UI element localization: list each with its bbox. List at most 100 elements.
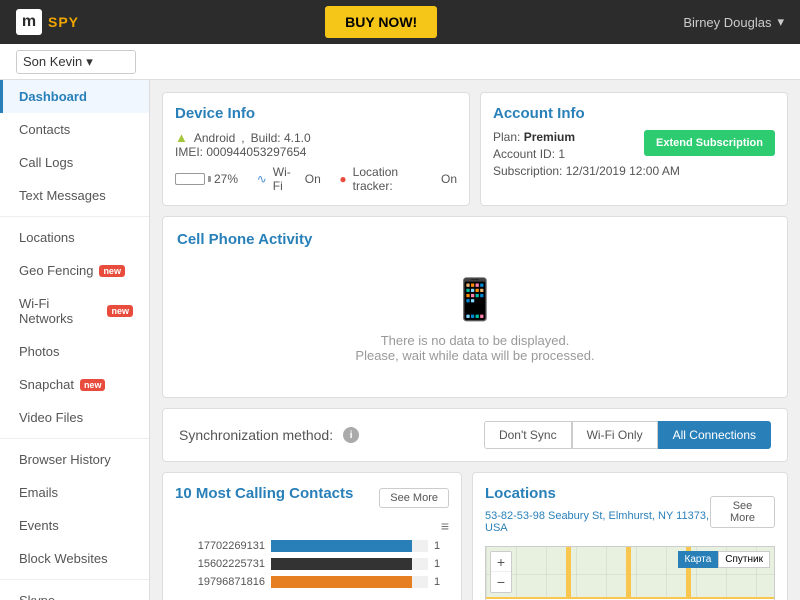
sidebar-label-browser-history: Browser History bbox=[19, 452, 111, 467]
sidebar-item-call-logs[interactable]: Call Logs bbox=[0, 146, 149, 179]
device-selector[interactable]: Son Kevin ▾ bbox=[16, 50, 136, 74]
wifi-status: On bbox=[305, 172, 321, 186]
location-address: 53-82-53-98 Seabury St, Elmhurst, NY 113… bbox=[485, 510, 710, 534]
user-area: Birney Douglas ▾ bbox=[683, 14, 784, 30]
sidebar-item-wi-fi-networks[interactable]: Wi-Fi Networksnew bbox=[0, 287, 149, 335]
logo-spy-text: SPY bbox=[48, 14, 79, 30]
bar-chart: 177022691311156022257311197968718161 bbox=[175, 540, 449, 588]
cell-activity-title: Cell Phone Activity bbox=[177, 231, 773, 248]
sidebar-label-locations: Locations bbox=[19, 230, 75, 245]
sidebar-label-dashboard: Dashboard bbox=[19, 89, 87, 104]
sidebar-divider bbox=[0, 579, 149, 580]
bar-count: 1 bbox=[434, 558, 449, 570]
sync-wifi-only-button[interactable]: Wi-Fi Only bbox=[572, 421, 658, 449]
sidebar-item-photos[interactable]: Photos bbox=[0, 335, 149, 368]
subscription-date: 12/31/2019 12:00 AM bbox=[566, 164, 680, 178]
bar-row: 197968718161 bbox=[175, 576, 449, 588]
account-subscription-line: Subscription: 12/31/2019 12:00 AM bbox=[493, 164, 775, 178]
bar-fill bbox=[271, 540, 412, 552]
device-imei: IMEI: 000944053297654 bbox=[175, 145, 457, 159]
sidebar-item-events[interactable]: Events bbox=[0, 509, 149, 542]
most-calling-see-more-button[interactable]: See More bbox=[379, 488, 449, 508]
bar-count: 1 bbox=[434, 576, 449, 588]
account-plan-line: Plan: Premium Extend Subscription bbox=[493, 130, 775, 144]
device-os: Android bbox=[194, 131, 235, 145]
map-zoom-in-button[interactable]: + bbox=[491, 552, 511, 572]
no-data-line2: Please, wait while data will be processe… bbox=[355, 348, 594, 363]
bar-label: 17702269131 bbox=[175, 540, 265, 552]
sidebar-item-locations[interactable]: Locations bbox=[0, 221, 149, 254]
badge-new-geo-fencing: new bbox=[99, 265, 125, 277]
device-os-line: ▲ Android, Build: 4.1.0 bbox=[175, 130, 457, 145]
map-road-v2 bbox=[626, 547, 631, 600]
sidebar-item-geo-fencing[interactable]: Geo Fencing new bbox=[0, 254, 149, 287]
device-info-card: Device Info ▲ Android, Build: 4.1.0 IMEI… bbox=[162, 92, 470, 206]
sidebar-label-skype: Skype bbox=[19, 593, 55, 600]
bar-row: 177022691311 bbox=[175, 540, 449, 552]
device-status-line: 27% ∿ Wi-Fi On ● Location tracker: On bbox=[175, 165, 457, 193]
locations-see-more-button[interactable]: See More bbox=[710, 496, 775, 528]
device-dropdown-arrow-icon: ▾ bbox=[86, 54, 93, 70]
map-road-v1 bbox=[566, 547, 571, 600]
cell-phone-activity-card: Cell Phone Activity 📱 There is no data t… bbox=[162, 216, 788, 398]
sidebar-label-call-logs: Call Logs bbox=[19, 155, 73, 170]
sidebar-label-contacts: Contacts bbox=[19, 122, 70, 137]
sidebar-item-contacts[interactable]: Contacts bbox=[0, 113, 149, 146]
sidebar-label-wi-fi-networks: Wi-Fi Networks bbox=[19, 296, 101, 326]
sidebar-divider bbox=[0, 216, 149, 217]
location-pin-icon: ● bbox=[339, 172, 346, 186]
battery-tip bbox=[208, 176, 211, 182]
sidebar-item-snapchat[interactable]: Snapchatnew bbox=[0, 368, 149, 401]
sidebar-label-video-files: Video Files bbox=[19, 410, 83, 425]
sidebar-item-skype[interactable]: Skype bbox=[0, 584, 149, 600]
phone-icon: 📱 bbox=[450, 276, 500, 323]
sidebar-item-block-websites[interactable]: Block Websites bbox=[0, 542, 149, 575]
sidebar-item-video-files[interactable]: Video Files bbox=[0, 401, 149, 434]
sidebar-item-emails[interactable]: Emails bbox=[0, 476, 149, 509]
sidebar-label-emails: Emails bbox=[19, 485, 58, 500]
extend-subscription-button[interactable]: Extend Subscription bbox=[644, 130, 775, 156]
bar-container bbox=[271, 558, 428, 570]
android-icon: ▲ bbox=[175, 130, 188, 145]
battery-outer bbox=[175, 173, 205, 185]
map-area: 📌 + − Карта Спутник bbox=[485, 546, 775, 600]
subheader: Son Kevin ▾ bbox=[0, 44, 800, 80]
bar-label: 15602225731 bbox=[175, 558, 265, 570]
sidebar-label-geo-fencing: Geo Fencing bbox=[19, 263, 93, 278]
device-info-title: Device Info bbox=[175, 105, 457, 122]
sync-buttons-group: Don't Sync Wi-Fi Only All Connections bbox=[484, 421, 771, 449]
sync-dont-sync-button[interactable]: Don't Sync bbox=[484, 421, 572, 449]
header: m SPY BUY NOW! Birney Douglas ▾ bbox=[0, 0, 800, 44]
logo-m-icon: m bbox=[16, 9, 42, 35]
sync-info-icon: i bbox=[343, 427, 359, 443]
map-type-carta-button[interactable]: Карта bbox=[678, 551, 719, 568]
locations-card: Locations 53-82-53-98 Seabury St, Elmhur… bbox=[472, 472, 788, 600]
sidebar-item-text-messages[interactable]: Text Messages bbox=[0, 179, 149, 212]
locations-header: Locations 53-82-53-98 Seabury St, Elmhur… bbox=[485, 485, 775, 538]
bar-fill bbox=[271, 558, 412, 570]
locations-title: Locations bbox=[485, 485, 710, 502]
account-info-title: Account Info bbox=[493, 105, 775, 122]
device-name: Son Kevin bbox=[23, 54, 82, 69]
sidebar-label-photos: Photos bbox=[19, 344, 59, 359]
map-type-buttons: Карта Спутник bbox=[678, 551, 770, 568]
sync-all-connections-button[interactable]: All Connections bbox=[658, 421, 771, 449]
user-chevron-icon[interactable]: ▾ bbox=[777, 14, 784, 30]
bar-row: 15602225731 1 bbox=[175, 558, 449, 570]
device-build: Build: 4.1.0 bbox=[251, 131, 311, 145]
menu-icon[interactable]: ≡ bbox=[175, 518, 449, 534]
battery-indicator: 27% bbox=[175, 172, 238, 186]
sidebar-divider bbox=[0, 438, 149, 439]
badge-new-snapchat: new bbox=[80, 379, 106, 391]
account-plan-value: Premium bbox=[524, 130, 575, 144]
sidebar-item-browser-history[interactable]: Browser History bbox=[0, 443, 149, 476]
map-zoom-out-button[interactable]: − bbox=[491, 572, 511, 592]
sidebar-label-block-websites: Block Websites bbox=[19, 551, 108, 566]
sidebar-item-dashboard[interactable]: Dashboard bbox=[0, 80, 149, 113]
buy-now-button[interactable]: BUY NOW! bbox=[325, 6, 437, 38]
bar-fill bbox=[271, 576, 412, 588]
user-name: Birney Douglas bbox=[683, 15, 771, 30]
no-data-line1: There is no data to be displayed. bbox=[381, 333, 570, 348]
no-data-area: 📱 There is no data to be displayed. Plea… bbox=[177, 256, 773, 383]
map-type-sputnik-button[interactable]: Спутник bbox=[718, 551, 770, 568]
